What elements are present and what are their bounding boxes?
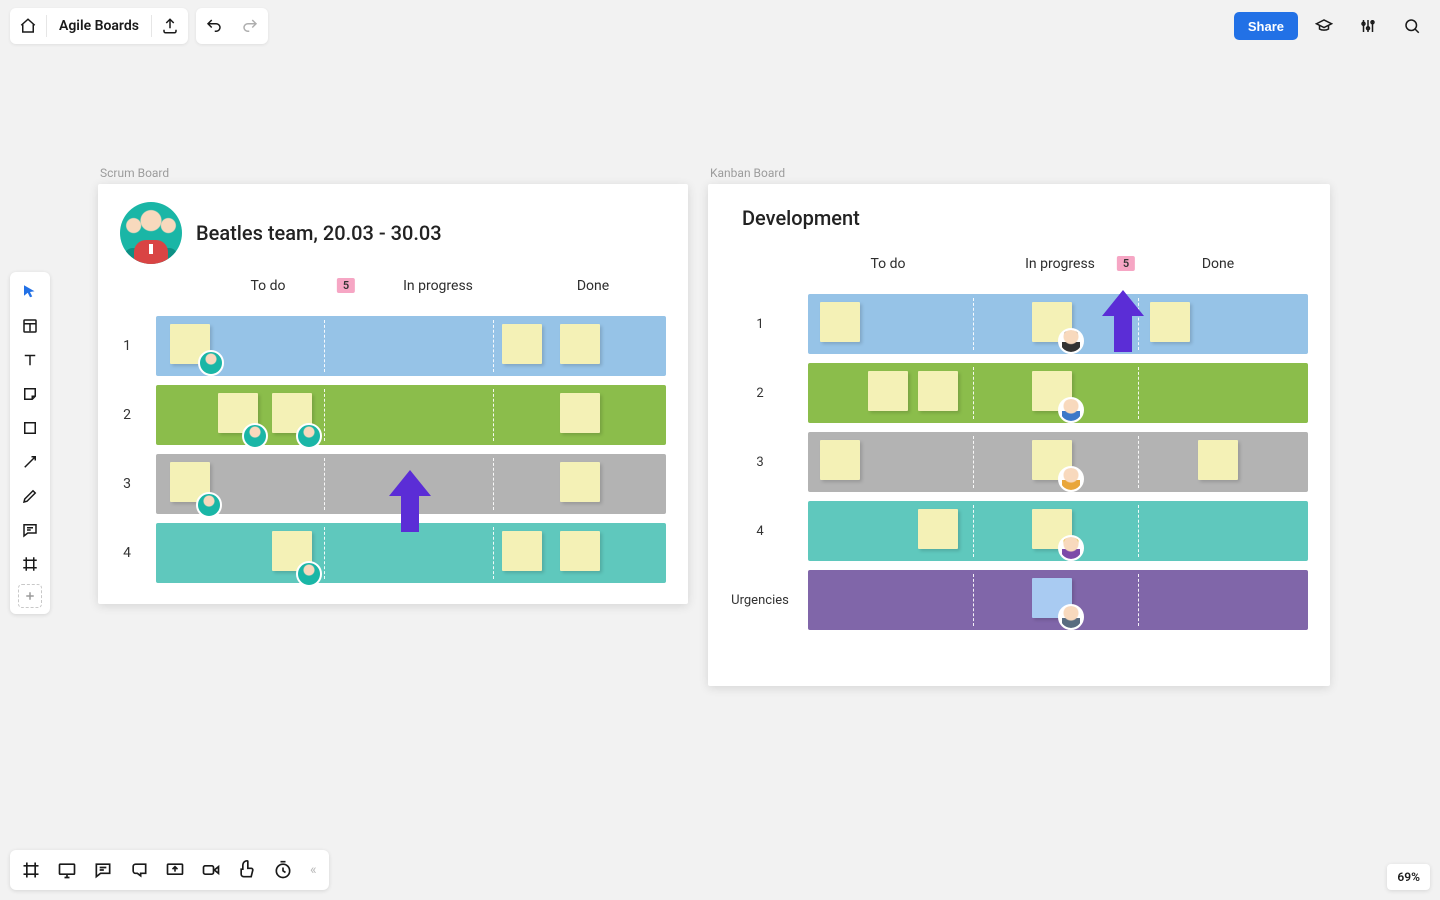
kanban-lane-2[interactable] (808, 363, 1308, 423)
search-button[interactable] (1394, 8, 1430, 44)
arrow-annotation-icon[interactable] (383, 464, 437, 542)
left-toolbar (10, 272, 50, 614)
kanban-row-2-label: 2 (708, 386, 808, 401)
text-tool[interactable] (14, 346, 46, 374)
col-label-todo: To do (250, 278, 285, 294)
col-label-done: Done (577, 278, 609, 294)
assignee-avatar-icon[interactable] (242, 423, 268, 449)
redo-button[interactable] (232, 8, 268, 44)
assignee-avatar-icon[interactable] (1058, 466, 1084, 492)
templates-tool[interactable] (14, 312, 46, 340)
scrum-wip-badge: 5 (337, 278, 355, 293)
sticky-note[interactable] (560, 324, 600, 364)
kanban-row-4-label: 4 (708, 524, 808, 539)
kanban-board-label: Kanban Board (710, 166, 785, 180)
kanban-row-3-label: 3 (708, 455, 808, 470)
home-button[interactable] (10, 8, 46, 44)
scrum-lane-2[interactable] (156, 385, 666, 445)
assignee-avatar-icon[interactable] (296, 561, 322, 587)
sticky-note[interactable] (820, 302, 860, 342)
assignee-avatar-icon[interactable] (1058, 328, 1084, 354)
sticky-note[interactable] (820, 440, 860, 480)
sticky-note[interactable] (1150, 302, 1190, 342)
scrum-board-label: Scrum Board (100, 166, 169, 180)
team-avatar-icon (120, 202, 182, 264)
scrum-row-4-label: 4 (98, 545, 156, 561)
select-tool[interactable] (14, 278, 46, 306)
export-button[interactable] (152, 8, 188, 44)
pen-tool[interactable] (14, 482, 46, 510)
arrow-annotation-icon[interactable] (1096, 284, 1150, 362)
sticky-note[interactable] (918, 509, 958, 549)
col-label-inprogress: In progress (403, 278, 473, 294)
scrum-board-frame[interactable]: Beatles team, 20.03 - 30.03 To do 5 In p… (98, 184, 688, 604)
sticky-note[interactable] (502, 324, 542, 364)
voting-button[interactable] (234, 857, 260, 883)
screen-share-button[interactable] (162, 857, 188, 883)
line-tool[interactable] (14, 448, 46, 476)
shape-tool[interactable] (14, 414, 46, 442)
scrum-row-1-label: 1 (98, 338, 156, 354)
comment-tool[interactable] (14, 516, 46, 544)
sticky-note[interactable] (918, 371, 958, 411)
col-label-done: Done (1202, 256, 1234, 272)
comments-button[interactable] (90, 857, 116, 883)
assignee-avatar-icon[interactable] (198, 350, 224, 376)
kanban-columns-header: To do In progress 5 Done (708, 256, 1330, 288)
video-button[interactable] (198, 857, 224, 883)
kanban-lane-1[interactable] (808, 294, 1308, 354)
scrum-columns-header: To do 5 In progress Done (98, 278, 688, 310)
sticky-note[interactable] (560, 462, 600, 502)
sticky-note-tool[interactable] (14, 380, 46, 408)
assignee-avatar-icon[interactable] (296, 423, 322, 449)
col-label-todo: To do (870, 256, 905, 272)
scrum-lane-1[interactable] (156, 316, 666, 376)
sticky-note[interactable] (560, 393, 600, 433)
sticky-note[interactable] (502, 531, 542, 571)
undo-button[interactable] (196, 8, 232, 44)
top-bar: Agile Boards Share (10, 8, 1430, 44)
assignee-avatar-icon[interactable] (1058, 397, 1084, 423)
kanban-lane-3[interactable] (808, 432, 1308, 492)
frames-button[interactable] (18, 857, 44, 883)
col-label-inprogress: In progress (1025, 256, 1095, 272)
scrum-board-title[interactable]: Beatles team, 20.03 - 30.03 (196, 221, 442, 245)
chat-button[interactable] (126, 857, 152, 883)
kanban-row-1-label: 1 (708, 317, 808, 332)
assignee-avatar-icon[interactable] (196, 492, 222, 518)
collapse-toolbar-button[interactable]: « (306, 862, 321, 878)
share-button[interactable]: Share (1234, 12, 1298, 40)
sticky-note[interactable] (868, 371, 908, 411)
settings-button[interactable] (1350, 8, 1386, 44)
frame-tool[interactable] (14, 550, 46, 578)
sticky-note[interactable] (1198, 440, 1238, 480)
scrum-row-2-label: 2 (98, 407, 156, 423)
assignee-avatar-icon[interactable] (1058, 535, 1084, 561)
kanban-board-title[interactable]: Development (742, 206, 860, 230)
timer-button[interactable] (270, 857, 296, 883)
kanban-board-frame[interactable]: Development To do In progress 5 Done 1 2 (708, 184, 1330, 686)
more-tool[interactable] (18, 584, 42, 608)
project-title[interactable]: Agile Boards (47, 18, 151, 34)
kanban-lane-urgencies[interactable] (808, 570, 1308, 630)
learn-button[interactable] (1306, 8, 1342, 44)
assignee-avatar-icon[interactable] (1058, 604, 1084, 630)
scrum-row-3-label: 3 (98, 476, 156, 492)
kanban-lane-4[interactable] (808, 501, 1308, 561)
bottom-toolbar: « (10, 850, 329, 890)
present-button[interactable] (54, 857, 80, 883)
zoom-level[interactable]: 69% (1387, 864, 1430, 890)
kanban-wip-badge: 5 (1117, 256, 1135, 271)
sticky-note[interactable] (560, 531, 600, 571)
kanban-row-urgencies-label: Urgencies (708, 593, 808, 608)
